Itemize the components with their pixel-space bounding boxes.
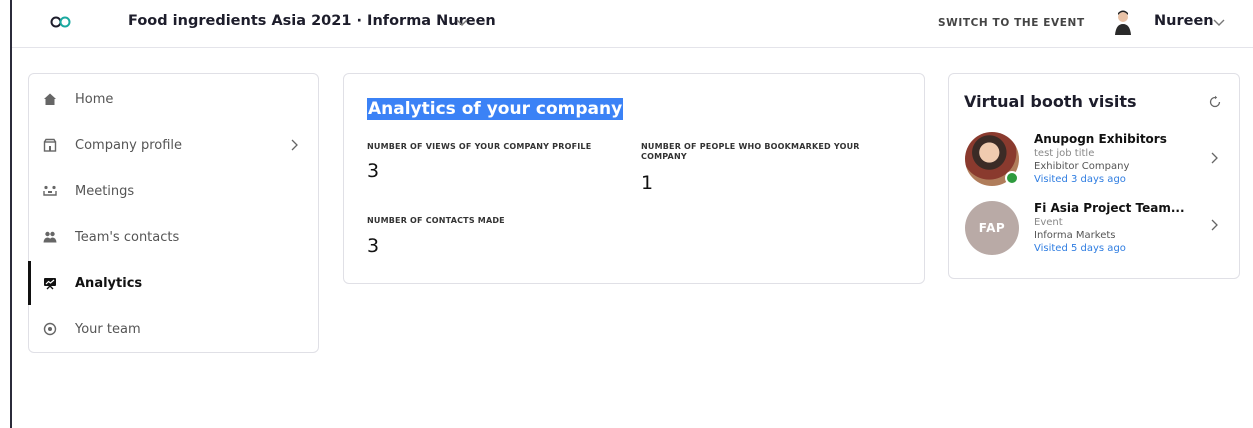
- sidebar-item-company-profile[interactable]: Company profile: [29, 122, 318, 168]
- stat-label-bookmarks-line1: NUMBER OF PEOPLE WHO BOOKMARKED YOUR: [641, 142, 860, 151]
- sidebar-item-analytics[interactable]: Analytics: [28, 260, 318, 306]
- visitor-avatar: FAP: [965, 201, 1019, 255]
- sidebar-item-teams-contacts[interactable]: Team's contacts: [29, 214, 318, 260]
- online-status-dot: [1005, 171, 1019, 185]
- chevron-down-icon[interactable]: [455, 15, 469, 29]
- visitor-visited-time: Visited 5 days ago: [1034, 243, 1126, 254]
- user-avatar[interactable]: [1112, 9, 1134, 35]
- stat-value-profile-views: 3: [367, 160, 380, 182]
- company-icon: [43, 138, 57, 152]
- chevron-right-icon[interactable]: [1208, 218, 1220, 232]
- sidebar-item-your-team[interactable]: Your team: [29, 306, 318, 352]
- stat-label-contacts-made: NUMBER OF CONTACTS MADE: [367, 216, 505, 225]
- sidebar-item-label: Your team: [75, 321, 141, 337]
- switch-to-event-link[interactable]: SWITCH TO THE EVENT: [938, 17, 1085, 29]
- sidebar-item-label: Analytics: [75, 275, 143, 291]
- contacts-icon: [43, 231, 57, 243]
- visitor-visited-time: Visited 3 days ago: [1034, 174, 1126, 185]
- visitor-item[interactable]: Anupogn Exhibitors test job title Exhibi…: [949, 129, 1239, 191]
- visitor-job: Event: [1034, 217, 1063, 228]
- chevron-right-icon[interactable]: [288, 138, 300, 152]
- meetings-icon: [43, 185, 57, 196]
- stat-label-profile-views: NUMBER OF VIEWS OF YOUR COMPANY PROFILE: [367, 142, 592, 151]
- sidebar-item-home[interactable]: Home: [29, 76, 318, 122]
- home-icon: [44, 93, 56, 105]
- team-icon: [43, 322, 57, 336]
- sidebar-item-label: Home: [75, 91, 114, 107]
- visitor-company: Exhibitor Company: [1034, 161, 1130, 172]
- sidebar-nav: Home Company profile Meetings Team's con…: [28, 73, 319, 353]
- stat-value-bookmarks: 1: [641, 172, 654, 194]
- visitor-item[interactable]: FAP Fi Asia Project Team... Event Inform…: [949, 198, 1239, 260]
- user-name[interactable]: Nureen: [1154, 13, 1214, 29]
- sidebar-item-meetings[interactable]: Meetings: [29, 168, 318, 214]
- visits-title: Virtual booth visits: [964, 92, 1137, 111]
- analytics-title: Analytics of your company: [367, 98, 624, 120]
- chevron-right-icon[interactable]: [1208, 151, 1220, 165]
- sidebar-item-label: Team's contacts: [75, 229, 180, 245]
- analytics-icon: [44, 278, 56, 290]
- visitor-name: Anupogn Exhibitors: [1034, 132, 1167, 146]
- top-bar: Food ingredients Asia 2021 · Informa Nur…: [12, 0, 1253, 48]
- visitor-job: test job title: [1034, 148, 1095, 159]
- sidebar-item-label: Company profile: [75, 137, 183, 153]
- stat-label-bookmarks: NUMBER OF PEOPLE WHO BOOKMARKED YOUR COM…: [641, 142, 860, 162]
- stat-label-bookmarks-line2: COMPANY: [641, 152, 687, 161]
- virtual-booth-visits-card: Virtual booth visits Anupogn Exhibitors …: [948, 73, 1240, 279]
- visitor-company: Informa Markets: [1034, 230, 1116, 241]
- stat-value-contacts-made: 3: [367, 235, 380, 257]
- visitor-name: Fi Asia Project Team...: [1034, 201, 1185, 215]
- refresh-icon[interactable]: [1208, 95, 1222, 109]
- analytics-card: Analytics of your company NUMBER OF VIEW…: [343, 73, 925, 284]
- app-logo-icon[interactable]: [50, 14, 72, 30]
- event-title[interactable]: Food ingredients Asia 2021 · Informa Nur…: [128, 13, 496, 29]
- sidebar-item-label: Meetings: [75, 183, 135, 199]
- chevron-down-icon[interactable]: [1212, 15, 1226, 29]
